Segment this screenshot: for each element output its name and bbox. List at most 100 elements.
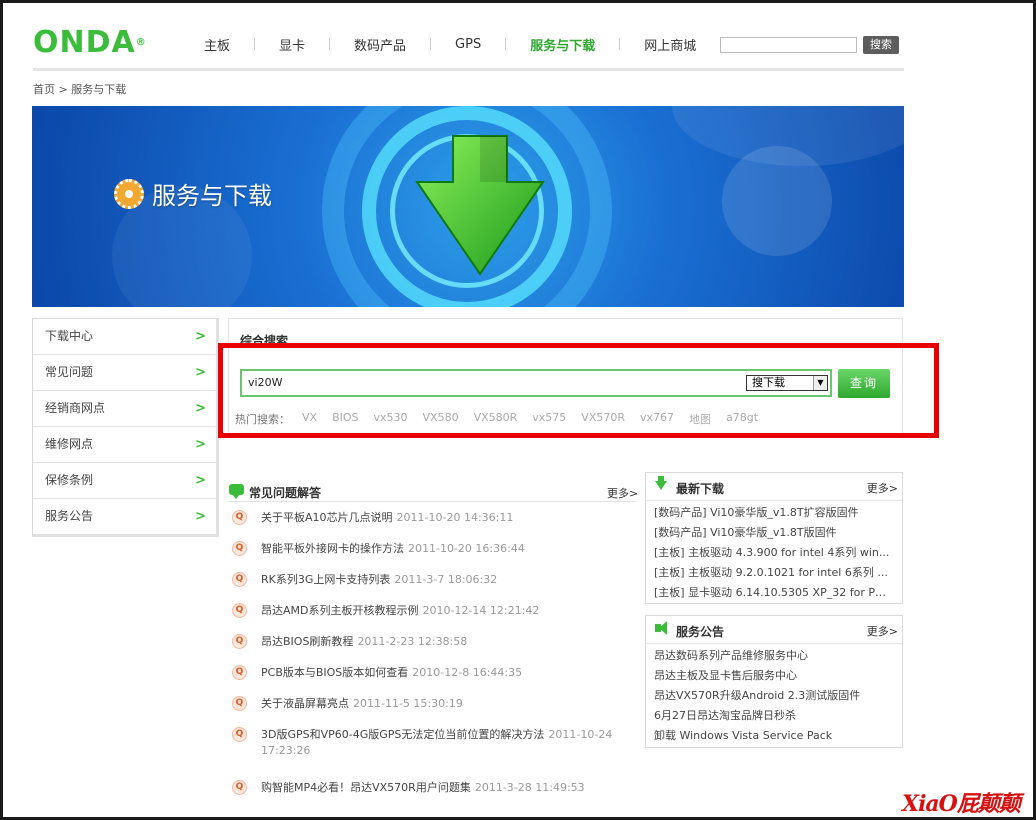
download-item[interactable]: [主板] 主板驱动 4.3.900 for intel 4系列 win... — [654, 543, 892, 563]
latest-downloads-more-link[interactable]: 更多> — [867, 480, 898, 496]
download-arrow-icon — [415, 135, 545, 276]
notice-item[interactable]: 昂达VX570R升级Android 2.3测试版固件 — [654, 686, 892, 706]
faq-item[interactable]: Q 关于液晶屏幕亮点 2011-11-5 15:30:19 — [232, 696, 632, 727]
nav-item-motherboard[interactable]: 主板 — [180, 35, 254, 54]
question-icon: Q — [232, 510, 247, 525]
sidebar-item-label: 下载中心 — [45, 329, 94, 343]
latest-downloads-box: 最新下载 更多> [数码产品] Vi10豪华版_v1.8T扩容版固件 [数码产品… — [645, 472, 903, 604]
logo-text: ONDA — [33, 25, 136, 60]
faq-item-text[interactable]: 3D版GPS和VP60-4G版GPS无法定位当前位置的解决方法 — [261, 728, 544, 741]
download-item[interactable]: [数码产品] Vi10豪华版_v1.8T扩容版固件 — [654, 503, 892, 523]
faq-item[interactable]: Q 昂达BIOS刷新教程 2011-2-23 12:38:58 — [232, 634, 632, 665]
faq-item-text[interactable]: 昂达BIOS刷新教程 — [261, 635, 353, 648]
notice-item[interactable]: 昂达主板及显卡售后服务中心 — [654, 666, 892, 686]
question-icon: Q — [232, 780, 247, 795]
chevron-right-icon: > — [195, 437, 206, 452]
sidebar-menu: 下载中心 > 常见问题 > 经销商网点 > 维修网点 > 保修条例 > 服务公告 > — [32, 318, 219, 537]
banner-bubble — [672, 106, 904, 166]
sidebar-item-faq[interactable]: 常见问题 > — [33, 355, 216, 391]
sidebar-item-notices[interactable]: 服务公告 > — [33, 499, 216, 534]
faq-item-text[interactable]: PCB版本与BIOS版本如何查看 — [261, 666, 408, 679]
service-notices-box: 服务公告 更多> 昂达数码系列产品维修服务中心 昂达主板及显卡售后服务中心 昂达… — [645, 615, 903, 748]
faq-item[interactable]: Q 购智能MP4必看！昂达VX570R用户问题集 2011-3-28 11:49:5… — [232, 780, 632, 811]
chevron-right-icon: > — [195, 473, 206, 488]
faq-item-time: 2010-12-8 16:44:35 — [412, 666, 523, 679]
header-search-button[interactable]: 搜索 — [863, 36, 899, 54]
download-item[interactable]: [主板] 显卡驱动 6.14.10.5305 XP_32 for P67H... — [654, 583, 892, 603]
sidebar-item-repair-centers[interactable]: 维修网点 > — [33, 427, 216, 463]
sidebar-item-warranty[interactable]: 保修条例 > — [33, 463, 216, 499]
sidebar-item-label: 保修条例 — [45, 473, 94, 487]
nav-item-online-store[interactable]: 网上商城 — [620, 35, 720, 54]
notice-item[interactable]: 6月27日昂达淘宝品牌日秒杀 — [654, 706, 892, 726]
faq-item[interactable]: Q PCB版本与BIOS版本如何查看 2010-12-8 16:44:35 — [232, 665, 632, 696]
sidebar-item-label: 服务公告 — [45, 509, 94, 523]
faq-item[interactable]: Q 关于平板A10芯片几点说明 2011-10-20 14:36:11 — [232, 510, 632, 541]
faq-item-text[interactable]: 智能平板外接网卡的操作方法 — [261, 542, 404, 555]
faq-item[interactable]: Q 3D版GPS和VP60-4G版GPS无法定位当前位置的解决方法 2011-10-… — [232, 727, 632, 780]
service-notices-list: 昂达数码系列产品维修服务中心 昂达主板及显卡售后服务中心 昂达VX570R升级A… — [646, 644, 902, 746]
breadcrumb-home[interactable]: 首页 — [33, 83, 55, 96]
faq-item-text[interactable]: RK系列3G上网卡支持列表 — [261, 573, 390, 586]
sidebar-item-dealers[interactable]: 经销商网点 > — [33, 391, 216, 427]
sidebar-item-download-center[interactable]: 下载中心 > — [33, 319, 216, 355]
faq-more-link[interactable]: 更多> — [607, 485, 638, 501]
sidebar-item-label: 经销商网点 — [45, 401, 106, 415]
nav-item-service-download[interactable]: 服务与下载 — [506, 35, 619, 54]
service-notices-more-link[interactable]: 更多> — [867, 623, 898, 639]
faq-item-time: 2011-3-7 18:06:32 — [394, 573, 498, 586]
header-divider — [33, 68, 904, 71]
nav-item-graphics-card[interactable]: 显卡 — [255, 35, 329, 54]
faq-title: 常见问题解答 — [249, 486, 322, 500]
latest-downloads-list: [数码产品] Vi10豪华版_v1.8T扩容版固件 [数码产品] Vi10豪华版… — [646, 501, 902, 603]
chevron-right-icon: > — [195, 401, 206, 416]
chevron-right-icon: > — [195, 329, 206, 344]
highlight-annotation-box — [218, 343, 939, 438]
question-icon: Q — [232, 696, 247, 711]
nav-item-digital-products[interactable]: 数码产品 — [330, 35, 430, 54]
sidebar-item-label: 常见问题 — [45, 365, 94, 379]
banner-title: 服务与下载 — [114, 176, 272, 211]
faq-item-time: 2011-3-28 11:49:53 — [474, 781, 585, 794]
service-notices-header: 服务公告 更多> — [646, 616, 902, 644]
faq-item-text[interactable]: 购智能MP4必看！昂达VX570R用户问题集 — [261, 781, 471, 794]
faq-item[interactable]: Q 昂达AMD系列主板开核教程示例 2010-12-14 12:21:42 — [232, 603, 632, 634]
banner-title-text: 服务与下载 — [152, 182, 272, 210]
faq-item[interactable]: Q RK系列3G上网卡支持列表 2011-3-7 18:06:32 — [232, 572, 632, 603]
latest-downloads-header: 最新下载 更多> — [646, 473, 902, 501]
sidebar-item-label: 维修网点 — [45, 437, 94, 451]
chevron-right-icon: > — [195, 509, 206, 524]
download-item[interactable]: [主板] 主板驱动 9.2.0.1021 for intel 6系列 ... — [654, 563, 892, 583]
onda-logo[interactable]: ONDA® — [33, 28, 147, 58]
notice-item[interactable]: 卸载 Windows Vista Service Pack — [654, 726, 892, 746]
speaker-icon — [655, 621, 667, 635]
main-nav: 主板 显卡 数码产品 GPS 服务与下载 网上商城 — [180, 35, 720, 54]
question-icon: Q — [232, 541, 247, 556]
faq-item-text[interactable]: 关于平板A10芯片几点说明 — [261, 511, 393, 524]
watermark: XiaO屁颠颠 — [902, 791, 1021, 817]
breadcrumb-separator: > — [58, 83, 68, 96]
download-item[interactable]: [数码产品] Vi10豪华版_v1.8T版固件 — [654, 523, 892, 543]
download-icon — [655, 476, 667, 490]
logo-registered-mark: ® — [135, 37, 147, 48]
nav-item-gps[interactable]: GPS — [431, 37, 505, 52]
faq-item-time: 2011-2-23 12:38:58 — [357, 635, 468, 648]
service-banner: 服务与下载 — [32, 106, 904, 307]
gear-icon — [114, 178, 144, 209]
breadcrumb-current: 服务与下载 — [71, 83, 127, 96]
header-search-input[interactable] — [720, 37, 857, 53]
speech-bubble-icon — [229, 484, 244, 499]
breadcrumb: 首页 > 服务与下载 — [33, 81, 126, 97]
question-icon: Q — [232, 665, 247, 680]
notice-item[interactable]: 昂达数码系列产品维修服务中心 — [654, 646, 892, 666]
faq-item[interactable]: Q 智能平板外接网卡的操作方法 2011-10-20 16:36:44 — [232, 541, 632, 572]
question-icon: Q — [232, 727, 247, 742]
question-icon: Q — [232, 572, 247, 587]
faq-item-time: 2011-10-20 16:36:44 — [408, 542, 525, 555]
faq-item-time: 2011-11-5 15:30:19 — [353, 697, 463, 710]
faq-item-text[interactable]: 昂达AMD系列主板开核教程示例 — [261, 604, 419, 617]
faq-item-time: 2010-12-14 12:21:42 — [422, 604, 540, 617]
faq-item-text[interactable]: 关于液晶屏幕亮点 — [261, 697, 349, 710]
faq-item-time: 2011-10-20 14:36:11 — [396, 511, 514, 524]
latest-downloads-title: 最新下载 — [676, 482, 725, 496]
